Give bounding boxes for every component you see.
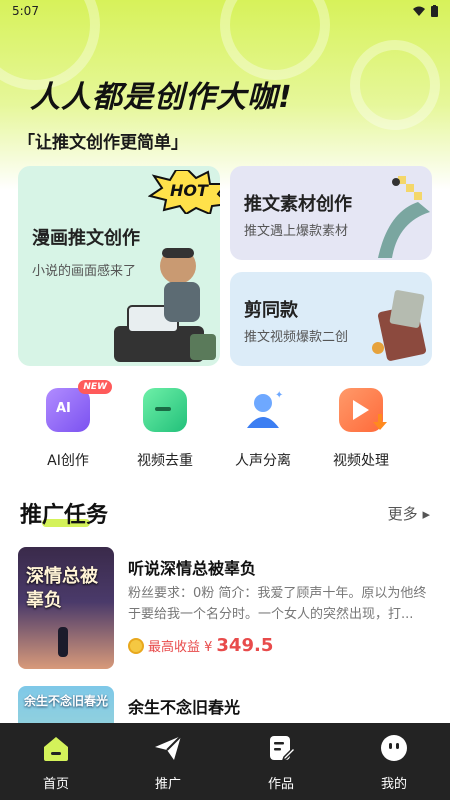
ai-create-icon: AI NEW — [46, 380, 112, 432]
hot-badge-label: HOT — [170, 181, 208, 200]
tab-works[interactable]: 作品 — [251, 733, 311, 792]
card-desc: 推文遇上爆款素材 — [244, 224, 349, 239]
film-strip-illustration — [378, 176, 430, 258]
voice-separate-icon: ✦ — [241, 388, 285, 432]
clip-same-card[interactable]: 剪同款 推文视频爆款二创 — [230, 272, 432, 366]
hero-title: 人人都是创作大咖! — [30, 80, 293, 115]
tool-video-process[interactable]: 视频处理 — [316, 388, 406, 470]
earn-label: 最高收益 ¥ — [148, 640, 213, 655]
tool-voice-separate[interactable]: ✦ 人声分离 — [218, 388, 308, 470]
tweet-material-card[interactable]: 推文素材创作 推文遇上爆款素材 — [230, 166, 432, 260]
tab-label: 我的 — [380, 777, 407, 792]
tool-label: 人声分离 — [235, 453, 291, 469]
tab-label: 首页 — [42, 777, 69, 792]
svg-text:✦: ✦ — [275, 390, 283, 401]
earn-value: 349.5 — [216, 635, 274, 656]
task-item[interactable]: 深情总被辜负 听说深情总被辜负 粉丝要求：0粉 简介：我爱了顾声十年。原以为他终… — [18, 547, 432, 669]
status-time: 5:07 — [12, 4, 39, 18]
comic-tweet-card[interactable]: 漫画推文创作 小说的画面感来了 HOT — [18, 166, 220, 366]
battery-icon — [431, 5, 438, 17]
cover-text: 余生不念旧春光 — [24, 694, 109, 708]
tab-label: 作品 — [267, 777, 294, 792]
creator-illustration — [114, 248, 216, 362]
bottom-tab-bar: 首页 推广 作品 我的 — [0, 723, 450, 800]
video-dedupe-icon — [143, 388, 187, 432]
tool-label: AI创作 — [47, 453, 89, 469]
video-process-icon — [339, 388, 387, 432]
chevron-right-icon: ▸ — [422, 505, 430, 523]
tool-label: 视频去重 — [137, 453, 193, 469]
tab-home[interactable]: 首页 — [26, 733, 86, 792]
tools-row: AI NEW AI创作 视频去重 ✦ 人声分离 视频处理 — [0, 380, 450, 483]
tab-label: 推广 — [154, 777, 181, 792]
send-icon — [155, 735, 182, 760]
section-title: 推广任务 — [20, 503, 109, 528]
home-icon — [44, 737, 68, 761]
task-earnings: 最高收益 ¥ 349.5 — [128, 635, 273, 656]
book-illustration — [372, 290, 427, 361]
tool-label: 视频处理 — [333, 453, 389, 469]
task-title: 余生不念旧春光 — [128, 698, 241, 717]
film-reel-decoration — [350, 40, 440, 130]
coin-icon — [128, 637, 144, 654]
profile-icon — [381, 735, 407, 761]
card-title: 剪同款 — [244, 300, 298, 321]
tab-promote[interactable]: 推广 — [138, 733, 198, 792]
cover-text: 深情总被辜负 — [26, 566, 98, 611]
task-title: 听说深情总被辜负 — [128, 559, 257, 578]
works-icon — [270, 736, 297, 762]
new-badge: NEW — [78, 380, 112, 394]
card-title: 推文素材创作 — [244, 194, 352, 215]
task-desc: 粉丝要求：0粉 简介：我爱了顾声十年。原以为他终于要给我一个名分时。一个女人的突… — [128, 586, 427, 622]
more-label: 更多 — [387, 505, 418, 523]
tool-video-dedupe[interactable]: 视频去重 — [120, 388, 210, 470]
more-link[interactable]: 更多 ▸ — [388, 503, 430, 524]
tool-ai-create[interactable]: AI NEW AI创作 — [23, 380, 113, 470]
promo-task-header: 推广任务 更多 ▸ — [0, 497, 450, 533]
status-bar: 5:07 — [0, 0, 450, 22]
wifi-icon — [413, 6, 425, 16]
tab-profile[interactable]: 我的 — [364, 733, 424, 792]
task-cover-image: 深情总被辜负 — [18, 547, 114, 669]
hero-subtitle: 「让推文创作更简单」 — [18, 133, 188, 153]
card-desc: 推文视频爆款二创 — [244, 330, 349, 345]
